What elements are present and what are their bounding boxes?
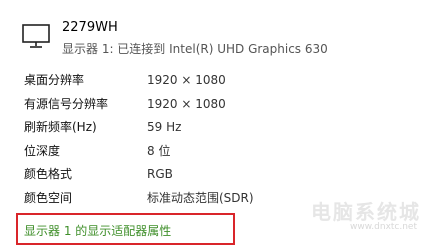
watermark-url: www.dnxtc.net xyxy=(350,222,417,232)
monitor-icon xyxy=(22,24,52,50)
property-label: 刷新频率(Hz) xyxy=(24,120,97,135)
property-value: RGB xyxy=(147,167,173,182)
property-row-color-format: 颜色格式 RGB xyxy=(24,164,404,188)
monitor-connection-info: 显示器 1: 已连接到 Intel(R) UHD Graphics 630 xyxy=(62,42,328,56)
property-value: 59 Hz xyxy=(147,120,182,135)
property-label: 有源信号分辨率 xyxy=(24,96,109,111)
property-label: 桌面分辨率 xyxy=(24,73,85,87)
property-value: 1920 × 1080 xyxy=(147,73,226,87)
watermark-logo: 电脑系统城 xyxy=(311,200,421,224)
property-row-desktop-resolution: 桌面分辨率 1920 × 1080 xyxy=(24,70,404,94)
property-value: 1920 × 1080 xyxy=(147,96,226,111)
property-row-bit-depth: 位深度 8 位 xyxy=(24,141,404,165)
property-row-active-signal-resolution: 有源信号分辨率 1920 × 1080 xyxy=(24,94,404,118)
property-row-refresh-rate: 刷新频率(Hz) 59 Hz xyxy=(24,117,404,141)
property-label: 颜色格式 xyxy=(24,167,73,182)
property-value: 标准动态范围(SDR) xyxy=(147,190,254,205)
display-properties-list: 桌面分辨率 1920 × 1080 有源信号分辨率 1920 × 1080 刷新… xyxy=(24,70,404,212)
monitor-header: 2279WH 显示器 1: 已连接到 Intel(R) UHD Graphics… xyxy=(22,20,422,60)
property-value: 8 位 xyxy=(147,143,171,158)
highlight-box: 显示器 1 的显示适配器属性 xyxy=(16,213,235,245)
monitor-name: 2279WH xyxy=(62,20,118,35)
property-label: 位深度 xyxy=(24,143,61,158)
display-adapter-properties-link[interactable]: 显示器 1 的显示适配器属性 xyxy=(24,222,171,239)
property-label: 颜色空间 xyxy=(24,190,73,205)
